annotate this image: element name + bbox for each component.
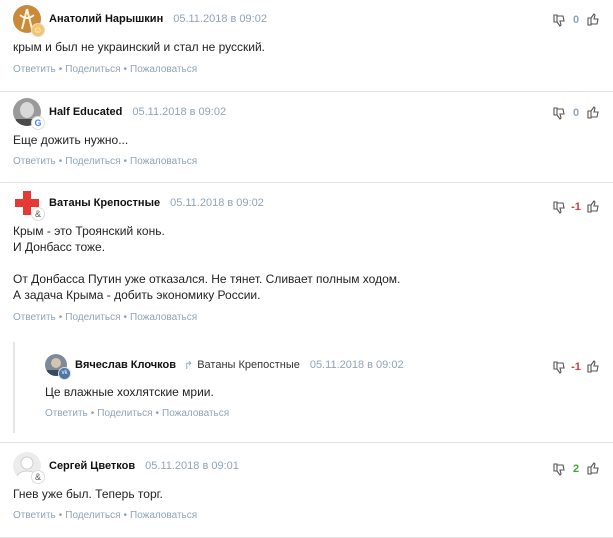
avatar[interactable]: & [13,452,44,483]
thumb-up-icon[interactable] [586,106,600,120]
share-link[interactable]: Поделиться [97,408,152,419]
ampersand-icon: & [32,471,44,483]
comment-header: ☺ Анатолий Нарышкин 05.11.2018 в 09:02 [13,4,267,36]
rating: -1 [552,357,600,377]
avatar[interactable]: vk [45,354,70,379]
author-name[interactable]: Ватаны Крепостные [49,197,160,209]
thumb-up-icon[interactable] [586,360,600,374]
ampersand-icon: & [32,208,44,220]
comment-date[interactable]: 05.11.2018 в 09:02 [310,359,404,371]
rating: 2 [552,459,600,479]
rating: 0 [552,10,600,30]
rating-value: 0 [572,14,580,26]
report-link[interactable]: Пожаловаться [130,312,197,323]
rating: -1 [552,197,600,217]
comment-line: Це влажные хохлятские мрии. [45,385,214,399]
reply-thread-line [13,342,15,433]
comment-line: И Донбасс тоже. [13,240,106,254]
thumb-down-icon[interactable] [552,360,566,374]
badge-icon: ☺ [32,24,44,36]
author-name[interactable]: Анатолий Нарышкин [49,13,163,25]
thumb-down-icon[interactable] [552,13,566,27]
comment-actions: Ответить • Поделиться • Пожаловаться [13,510,197,521]
thumb-down-icon[interactable] [552,462,566,476]
google-icon: G [32,117,44,129]
report-link[interactable]: Пожаловаться [130,510,197,521]
reply-to-name[interactable]: Ватаны Крепостные [197,359,300,371]
comment: G Half Educated 05.11.2018 в 09:02 0 Еще… [0,92,613,183]
comment-line: Крым - это Троянский конь. [13,224,165,238]
reply-link[interactable]: Ответить [45,408,88,419]
rating-value: 0 [572,107,580,119]
comment-actions: Ответить • Поделиться • Пожаловаться [13,156,197,167]
rating-value: 2 [572,463,580,475]
separator: • [90,408,95,419]
comment-line: крым и был не украинский и стал не русск… [13,40,265,54]
comment-text: Гнев уже был. Теперь торг. [13,486,593,502]
report-link[interactable]: Пожаловаться [162,408,229,419]
comment: & Сергей Цветков 05.11.2018 в 09:01 2 Гн… [0,443,613,538]
share-link[interactable]: Поделиться [65,312,120,323]
comment-line: Гнев уже был. Теперь торг. [13,487,163,501]
comment: & Ватаны Крепостные 05.11.2018 в 09:02 -… [0,183,613,443]
comment-actions: Ответить • Поделиться • Пожаловаться [45,408,229,419]
separator: • [58,156,63,167]
report-link[interactable]: Пожаловаться [130,156,197,167]
reply-link[interactable]: Ответить [13,312,56,323]
thumb-down-icon[interactable] [552,106,566,120]
avatar[interactable]: & [13,189,44,220]
comment-header: G Half Educated 05.11.2018 в 09:02 [13,97,226,129]
comment-actions: Ответить • Поделиться • Пожаловаться [13,312,197,323]
rating-value: -1 [571,201,581,213]
reply-link[interactable]: Ответить [13,156,56,167]
comment-date[interactable]: 05.11.2018 в 09:02 [170,197,264,209]
thumb-up-icon[interactable] [586,200,600,214]
rating: 0 [552,103,600,123]
comment-date[interactable]: 05.11.2018 в 09:01 [145,460,239,472]
report-link[interactable]: Пожаловаться [130,64,197,75]
author-name[interactable]: Сергей Цветков [49,460,135,472]
comment-text: Це влажные хохлятские мрии. [45,384,593,400]
comment-text: Еще дожить нужно... [13,132,593,148]
avatar[interactable]: G [13,98,44,129]
separator: • [58,312,63,323]
separator: • [123,156,128,167]
comment-line: А задача Крыма - добить экономику России… [13,288,261,302]
reply-header: vk Вячеслав Клочков ↱ Ватаны Крепостные … [45,350,404,380]
thumb-down-icon[interactable] [552,200,566,214]
rating-value: -1 [571,361,581,373]
share-link[interactable]: Поделиться [65,510,120,521]
thumb-up-icon[interactable] [586,13,600,27]
share-link[interactable]: Поделиться [65,64,120,75]
separator: • [123,64,128,75]
comment-text: крым и был не украинский и стал не русск… [13,39,593,55]
comment: ☺ Анатолий Нарышкин 05.11.2018 в 09:02 0… [0,0,613,92]
comment-header: & Ватаны Крепостные 05.11.2018 в 09:02 [13,188,264,220]
comment-actions: Ответить • Поделиться • Пожаловаться [13,64,197,75]
separator: • [123,312,128,323]
separator: • [58,510,63,521]
separator: • [155,408,160,419]
avatar[interactable]: ☺ [13,5,44,36]
author-name[interactable]: Half Educated [49,106,122,118]
comment-text: Крым - это Троянский конь. И Донбасс тож… [13,223,593,303]
comment-line: От Донбасса Путин уже отказался. Не тяне… [13,272,401,286]
separator: • [58,64,63,75]
author-name[interactable]: Вячеслав Клочков [75,359,176,371]
vk-icon: vk [59,368,70,379]
reply-link[interactable]: Ответить [13,64,56,75]
share-link[interactable]: Поделиться [65,156,120,167]
comment-line: Еще дожить нужно... [13,133,129,147]
thumb-up-icon[interactable] [586,462,600,476]
separator: • [123,510,128,521]
reply-link[interactable]: Ответить [13,510,56,521]
comment-date[interactable]: 05.11.2018 в 09:02 [132,106,226,118]
comment-date[interactable]: 05.11.2018 в 09:02 [173,13,267,25]
comment-header: & Сергей Цветков 05.11.2018 в 09:01 [13,451,239,483]
reply-arrow-icon: ↱ [184,359,194,372]
